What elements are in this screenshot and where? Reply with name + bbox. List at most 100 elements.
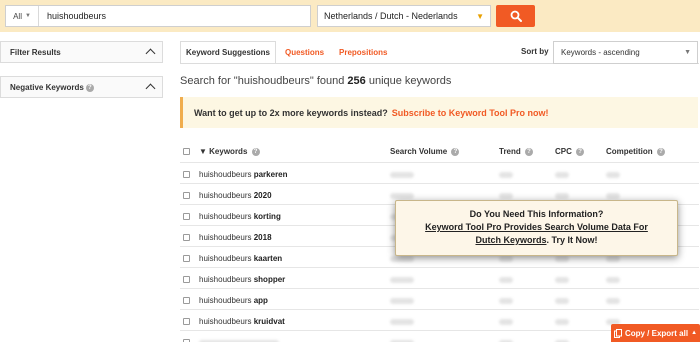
row-checkbox[interactable] [183,171,190,178]
row-checkbox[interactable] [183,297,190,304]
column-header-trend[interactable]: Trend ? [499,147,534,156]
negative-keywords-label: Negative Keywords [10,82,84,92]
tab-keyword-suggestions[interactable]: Keyword Suggestions [180,41,276,64]
export-label: Copy / Export all [624,328,689,338]
upgrade-text: Want to get up to 2x more keywords inste… [194,107,388,118]
keyword-cell[interactable]: huishoudbeurs kaarten [199,254,282,263]
language-select[interactable]: Netherlands / Dutch - Nederlands ▼ [317,5,491,27]
row-checkbox[interactable] [183,213,190,220]
keyword-suffix: parkeren [253,170,288,179]
subscribe-link[interactable]: Subscribe to Keyword Tool Pro now! [392,108,549,118]
hidden-competition [606,277,620,283]
hidden-competition [606,172,620,178]
upgrade-banner: Want to get up to 2x more keywords inste… [180,97,698,128]
info-icon[interactable]: ? [85,83,94,92]
header-divider [180,162,699,163]
row-checkbox[interactable] [183,255,190,262]
row-checkbox[interactable] [183,234,190,241]
top-search-bar: All ▼ huishoudbeurs Netherlands / Dutch … [0,0,700,32]
keyword-suffix: app [253,296,268,305]
chevron-down-icon: ▼ [684,49,691,56]
results-summary: Search for "huishoudbeurs" found 256 uni… [180,75,451,87]
keyword-cell[interactable]: huishoudbeurs korting [199,212,281,221]
hidden-cpc [555,319,569,325]
search-button[interactable] [496,5,535,27]
row-checkbox[interactable] [183,276,190,283]
sort-label: Sort by [521,47,549,56]
search-box: All ▼ huishoudbeurs [5,5,311,27]
row-checkbox[interactable] [183,192,190,199]
hidden-volume [390,277,414,283]
hidden-competition [606,298,620,304]
keyword-cell[interactable]: huishoudbeurs kruidvat [199,317,285,326]
keyword-base: huishoudbeurs [199,212,252,221]
scope-select[interactable]: All ▼ [6,6,39,26]
tab-questions[interactable]: Questions [285,41,324,64]
keyword-cell[interactable]: huishoudbeurs app [199,296,268,305]
keyword-suffix: 2018 [253,233,272,242]
keyword-cell[interactable]: huishoudbeurs 2018 [199,233,272,242]
popup-link-dutch-keywords[interactable]: Dutch Keywords [475,235,546,245]
popup-cta-text: . Try It Now! [546,235,598,245]
keyword-base: huishoudbeurs [199,275,252,284]
row-divider [180,288,699,289]
info-icon[interactable]: ? [576,148,585,156]
hidden-cpc [555,256,569,262]
hidden-volume [390,319,414,325]
column-label: Keywords [209,147,248,156]
row-checkbox[interactable] [183,318,190,325]
keyword-cell[interactable]: huishoudbeurs parkeren [199,170,288,179]
info-icon[interactable]: ? [525,148,534,156]
chevron-up-icon [145,83,156,94]
caret-up-icon: ▲ [691,330,698,336]
hidden-cpc [555,298,569,304]
keyword-suffix: kruidvat [253,317,285,326]
column-label: Competition [606,147,653,156]
column-header-search-volume[interactable]: Search Volume ? [390,147,460,156]
keyword-base: huishoudbeurs [199,191,252,200]
select-all-checkbox[interactable] [183,148,190,155]
summary-prefix: Search for "huishoudbeurs" found [180,75,348,87]
sort-value: Keywords - ascending [561,48,640,57]
hidden-cpc [555,172,569,178]
search-input[interactable]: huishoudbeurs [39,11,106,21]
column-header-competition[interactable]: Competition ? [606,147,665,156]
upgrade-popup: Do You Need This Information? Keyword To… [395,200,678,256]
sort-select[interactable]: Keywords - ascending ▼ [553,41,698,64]
row-divider [180,183,699,184]
keyword-suffix: 2020 [253,191,272,200]
result-count: 256 [347,75,366,87]
row-divider [180,267,699,268]
hidden-trend [499,256,513,262]
hidden-trend [499,277,513,283]
hidden-competition [606,193,620,199]
column-header-keywords[interactable]: ▼ Keywords ? [199,147,260,156]
info-icon[interactable]: ? [656,148,665,156]
filter-results-panel[interactable]: Filter Results [0,41,163,63]
row-divider [180,309,699,310]
column-label: Trend [499,147,521,156]
keyword-cell[interactable]: huishoudbeurs shopper [199,275,285,284]
popup-heading: Do You Need This Information? [469,209,604,219]
keyword-base: huishoudbeurs [199,317,252,326]
info-icon[interactable]: ? [251,148,260,156]
keyword-cell[interactable]: huishoudbeurs 2020 [199,191,272,200]
copy-export-button[interactable]: Copy / Export all ▲ [611,324,700,342]
hidden-volume [390,298,414,304]
column-label: Search Volume [390,147,448,156]
hidden-trend [499,172,513,178]
hidden-trend [499,298,513,304]
chevron-down-icon: ▼ [24,13,31,19]
tab-prepositions[interactable]: Prepositions [339,41,387,64]
hidden-trend [499,193,513,199]
popup-link[interactable]: Keyword Tool Pro Provides Search Volume … [425,222,648,232]
column-label: CPC [555,147,572,156]
info-icon[interactable]: ? [451,148,460,156]
keyword-suffix: korting [253,212,281,221]
keyword-suffix: shopper [253,275,286,284]
chevron-down-icon: ▼ [476,11,484,21]
sort-desc-icon: ▼ [199,147,207,156]
keyword-base: huishoudbeurs [199,254,252,263]
negative-keywords-panel[interactable]: Negative Keywords? [0,76,163,98]
column-header-cpc[interactable]: CPC ? [555,147,585,156]
